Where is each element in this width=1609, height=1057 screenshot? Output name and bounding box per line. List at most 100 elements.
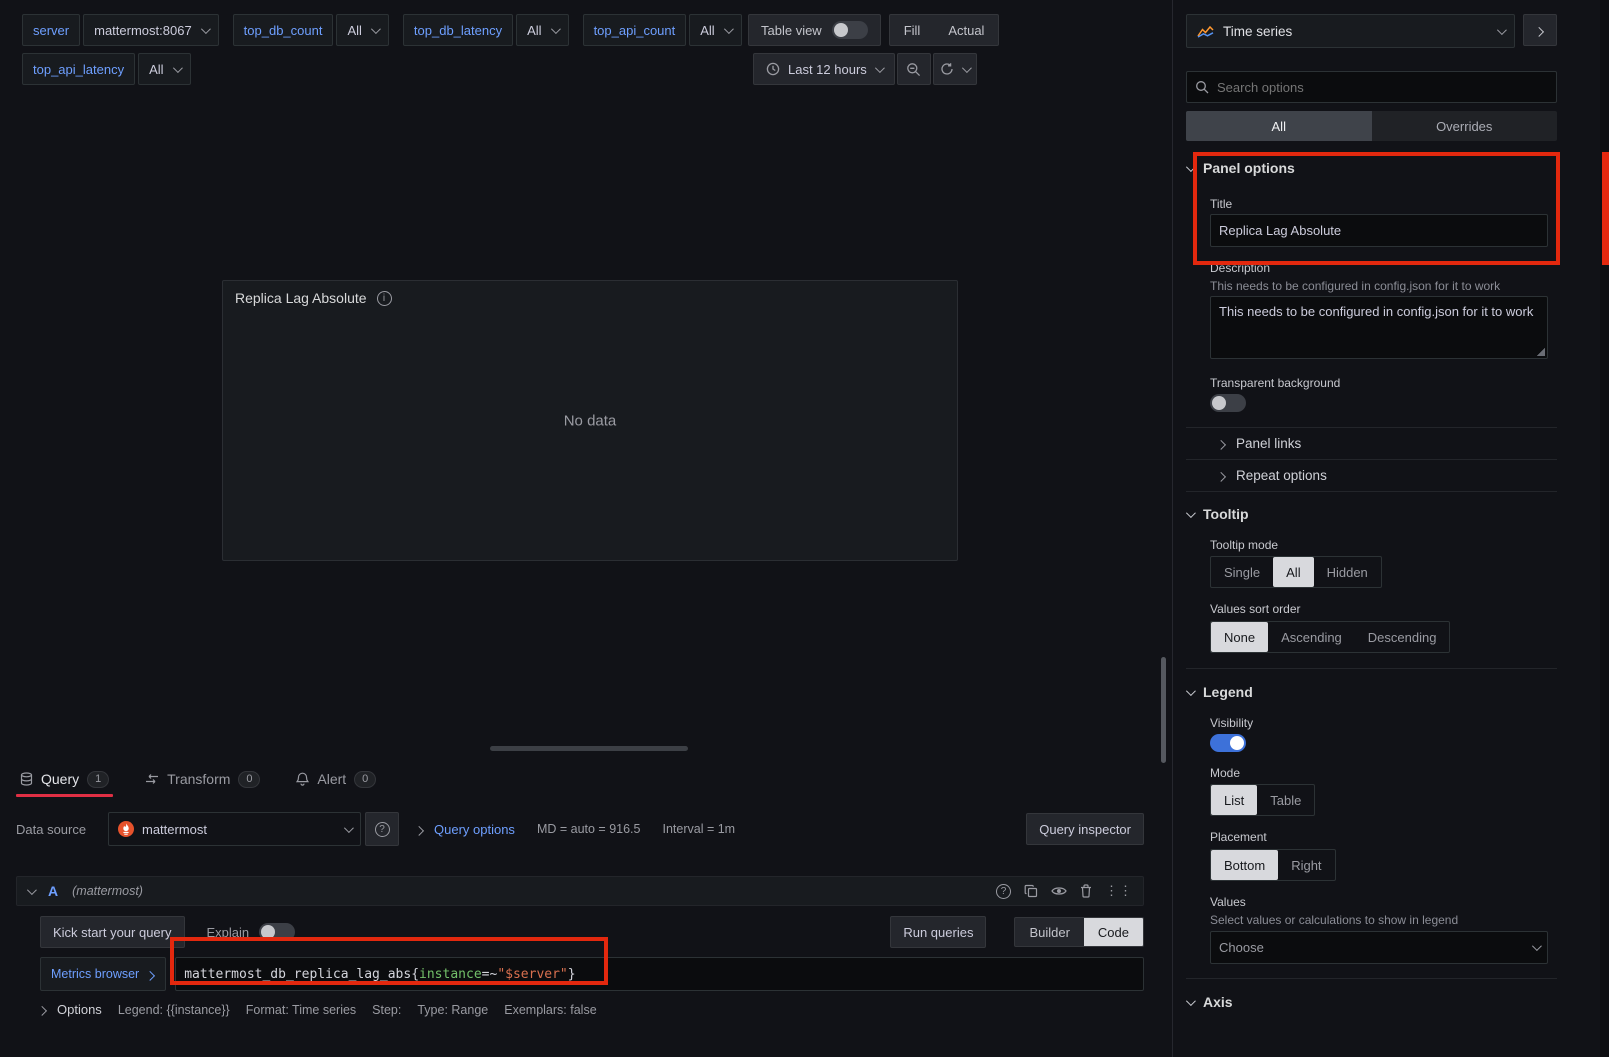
code-option[interactable]: Code (1084, 918, 1143, 946)
query-options-toggle[interactable]: Query options (417, 822, 515, 837)
tab-transform-count: 0 (238, 771, 260, 788)
search-icon (1195, 80, 1209, 94)
panel-resize-handle[interactable] (490, 746, 688, 751)
variable-top-api-latency: top_api_latency All (22, 53, 191, 85)
query-help-icon[interactable]: ? (996, 884, 1011, 899)
drag-query-icon[interactable]: ⋮⋮ (1105, 883, 1133, 899)
explain-toggle[interactable] (259, 923, 295, 941)
kick-start-button[interactable]: Kick start your query (40, 916, 185, 948)
metrics-browser-button[interactable]: Metrics browser (40, 957, 166, 991)
options-format: Format: Time series (246, 1003, 356, 1017)
datasource-bar: Data source mattermost ? Query options M… (16, 812, 1144, 846)
tab-alert[interactable]: Alert 0 (292, 763, 380, 795)
max-data-points: MD = auto = 916.5 (537, 822, 641, 836)
legend-visibility-toggle[interactable] (1210, 734, 1246, 752)
tooltip-mode-label: Tooltip mode (1210, 538, 1278, 552)
zoom-out-button[interactable] (897, 53, 931, 85)
variable-top-db-count: top_db_count All (233, 14, 389, 46)
tooltip-mode-hidden[interactable]: Hidden (1314, 557, 1381, 587)
collapse-query-icon[interactable] (27, 885, 37, 895)
panel-title-input[interactable] (1219, 223, 1539, 238)
editor-tabs: Query 1 Transform 0 Alert 0 (16, 763, 380, 795)
table-view-label: Table view (761, 23, 822, 38)
duplicate-query-icon[interactable] (1024, 884, 1038, 898)
tooltip-mode-single[interactable]: Single (1211, 557, 1273, 587)
description-label: Description (1210, 261, 1270, 275)
filter-tab-all[interactable]: All (1186, 111, 1372, 141)
time-range-picker[interactable]: Last 12 hours (753, 53, 895, 85)
table-view-toggle[interactable] (832, 21, 868, 39)
arrow-right-icon (1534, 26, 1544, 36)
tooltip-section-header[interactable]: Tooltip (1186, 506, 1249, 522)
query-label-name: instance (419, 967, 482, 982)
query-options-row: Options Legend: {{instance}} Format: Tim… (40, 1002, 1144, 1017)
tab-transform[interactable]: Transform 0 (141, 763, 264, 795)
main-scrollbar-thumb[interactable] (1161, 657, 1166, 763)
options-toggle[interactable]: Options (40, 1002, 102, 1017)
builder-option[interactable]: Builder (1015, 918, 1083, 946)
datasource-help-button[interactable]: ? (365, 812, 399, 846)
placement-bottom[interactable]: Bottom (1211, 850, 1278, 880)
query-editor: A (mattermost) ? ⋮⋮ Kick start your quer… (16, 876, 1144, 1017)
variable-value-server[interactable]: mattermost:8067 (83, 14, 219, 46)
sort-descending[interactable]: Descending (1355, 622, 1450, 652)
prometheus-icon (118, 821, 134, 837)
search-options-input[interactable] (1217, 80, 1548, 95)
variables-row-1: server mattermost:8067 top_db_count All … (22, 14, 756, 46)
repeat-options-row[interactable]: Repeat options (1186, 459, 1557, 491)
variable-top-api-count: top_api_count All (583, 14, 742, 46)
transparent-background-toggle[interactable] (1210, 394, 1246, 412)
axis-section-header[interactable]: Axis (1186, 994, 1233, 1010)
query-row-header[interactable]: A (mattermost) ? ⋮⋮ (16, 876, 1144, 906)
refresh-button[interactable] (933, 53, 977, 85)
variable-value-top-db-count[interactable]: All (336, 14, 388, 46)
question-circle-icon: ? (375, 822, 390, 837)
visualization-picker[interactable]: Time series (1186, 14, 1515, 48)
legend-mode-table[interactable]: Table (1257, 785, 1314, 815)
time-controls: Last 12 hours (753, 53, 977, 85)
placement-right[interactable]: Right (1278, 850, 1334, 880)
sort-ascending[interactable]: Ascending (1268, 622, 1355, 652)
panel-options-section-header[interactable]: Panel options (1186, 160, 1295, 176)
options-legend: Legend: {{instance}} (118, 1003, 230, 1017)
collapse-pane-button[interactable] (1523, 14, 1557, 46)
actual-option[interactable]: Actual (934, 15, 998, 45)
panel-links-row[interactable]: Panel links (1186, 427, 1557, 459)
run-queries-button[interactable]: Run queries (890, 916, 986, 948)
delete-query-icon[interactable] (1080, 884, 1092, 898)
hide-query-icon[interactable] (1051, 885, 1067, 897)
variable-label-server: server (22, 14, 80, 46)
fill-option[interactable]: Fill (890, 15, 935, 45)
panel-options-pane: Time series All Overrides Panel options … (1172, 0, 1609, 1057)
highlight-edge-mark (1602, 152, 1609, 265)
clock-icon (766, 62, 780, 76)
promql-query-input[interactable]: mattermost_db_replica_lag_abs{instance=~… (175, 957, 1144, 991)
options-type: Type: Range (417, 1003, 488, 1017)
legend-values-select[interactable]: Choose (1210, 931, 1548, 964)
datasource-picker[interactable]: mattermost (108, 812, 361, 846)
sort-none[interactable]: None (1211, 622, 1268, 652)
variable-value-top-db-latency[interactable]: All (516, 14, 568, 46)
explain-label: Explain (207, 925, 250, 940)
options-step: Step: (372, 1003, 401, 1017)
description-field-box: This needs to be configured in config.js… (1210, 296, 1548, 359)
query-options-label: Query options (434, 822, 515, 837)
variable-value-top-api-latency[interactable]: All (138, 53, 190, 85)
options-filter-tabs: All Overrides (1186, 111, 1557, 141)
query-inspector-button[interactable]: Query inspector (1026, 813, 1144, 845)
tab-query[interactable]: Query 1 (16, 763, 113, 795)
viz-picker-row: Time series (1186, 14, 1557, 48)
legend-visibility-label: Visibility (1210, 716, 1253, 730)
variable-value-top-api-count[interactable]: All (689, 14, 741, 46)
datasource-label: Data source (16, 822, 108, 837)
legend-mode-label: Mode (1210, 766, 1240, 780)
panel-info-icon[interactable]: i (377, 291, 392, 306)
textarea-resize-handle[interactable] (1537, 348, 1545, 356)
tooltip-mode-all[interactable]: All (1273, 557, 1313, 587)
legend-section-header[interactable]: Legend (1186, 684, 1253, 700)
title-field-box (1210, 214, 1548, 247)
panel-description-input[interactable]: This needs to be configured in config.js… (1219, 302, 1539, 353)
metrics-browser-label: Metrics browser (51, 967, 139, 981)
legend-mode-list[interactable]: List (1211, 785, 1257, 815)
filter-tab-overrides[interactable]: Overrides (1372, 111, 1558, 141)
